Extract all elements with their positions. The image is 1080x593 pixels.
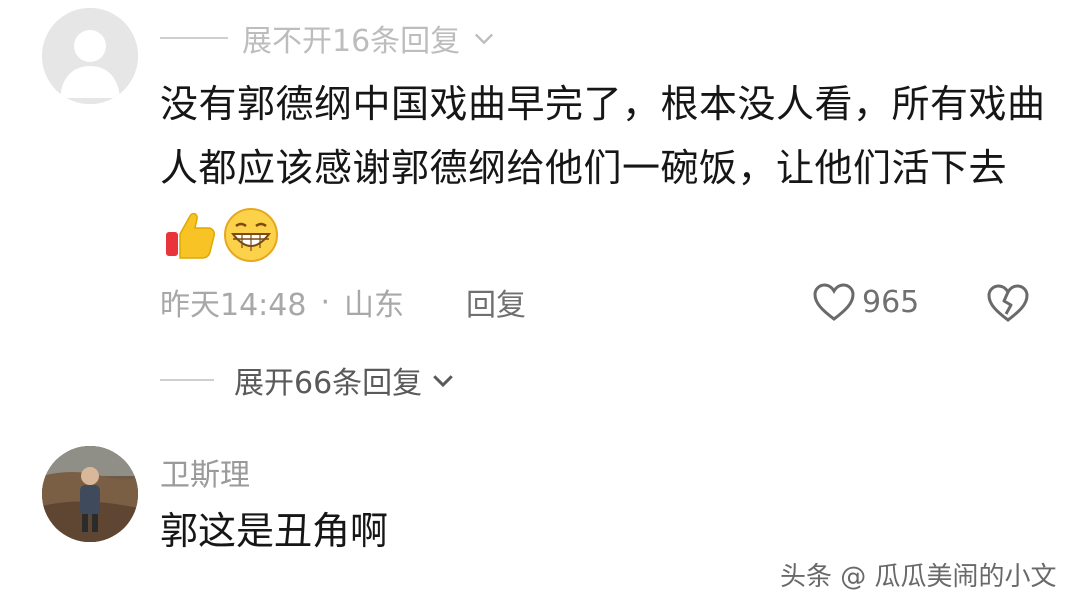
default-avatar-icon	[42, 8, 138, 104]
dislike-button[interactable]	[986, 280, 1030, 324]
like-button[interactable]: 965	[812, 280, 919, 324]
divider-line	[160, 379, 214, 381]
expand-replies-label: 展开66条回复	[234, 366, 423, 401]
heart-icon	[813, 283, 855, 321]
divider-line	[160, 37, 228, 39]
user-photo-icon	[42, 446, 138, 542]
collapsed-replies-toggle[interactable]: 展不开16条回复	[160, 18, 498, 59]
like-count: 965	[862, 284, 920, 320]
username[interactable]: 卫斯理	[160, 450, 250, 494]
broken-heart-icon	[987, 284, 1029, 322]
comment-text: 没有郭德纲中国戏曲早完了，根本没人看，所有戏曲人都应该感谢郭德纲给他们一碗饭，让…	[160, 82, 1046, 190]
thumbs-up-emoji	[162, 206, 220, 264]
comment-location: 山东	[344, 288, 405, 323]
chevron-down-icon	[433, 375, 453, 388]
comment-text: 郭这是丑角啊	[160, 509, 389, 553]
comment-body: 没有郭德纲中国戏曲早完了，根本没人看，所有戏曲人都应该感谢郭德纲给他们一碗饭，让…	[160, 72, 1050, 264]
grinning-face-emoji	[222, 206, 280, 264]
avatar[interactable]	[42, 8, 138, 104]
comment-time: 昨天14:48	[160, 288, 307, 323]
watermark: 头条 @ 瓜瓜美闹的小文	[780, 562, 1057, 592]
reply-button[interactable]: 回复	[466, 280, 526, 324]
avatar[interactable]	[42, 446, 138, 542]
comment-meta: 昨天14:48 · 山东	[160, 280, 404, 324]
chevron-down-icon	[475, 33, 494, 45]
expand-replies-button[interactable]: 展开66条回复	[160, 358, 458, 402]
separator-dot: ·	[320, 284, 331, 320]
collapsed-replies-label: 展不开16条回复	[242, 24, 461, 59]
